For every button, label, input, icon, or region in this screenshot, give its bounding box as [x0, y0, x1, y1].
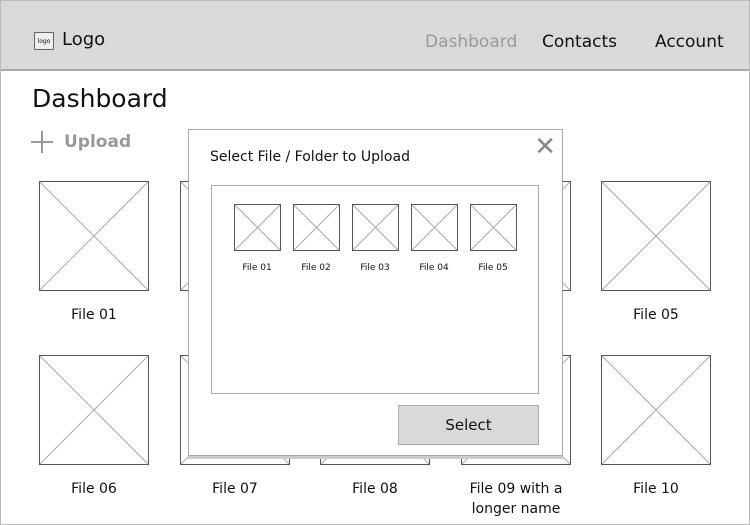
- image-placeholder-icon: [602, 356, 710, 464]
- select-button[interactable]: Select: [398, 405, 539, 445]
- file-label: File 09 with a longer name: [469, 481, 563, 517]
- nav-contacts[interactable]: Contacts: [542, 32, 617, 52]
- dialog-file-thumb[interactable]: [470, 204, 517, 251]
- plus-icon: [31, 131, 53, 153]
- file-tile[interactable]: [39, 181, 149, 291]
- file-tile[interactable]: [39, 355, 149, 465]
- nav-account[interactable]: Account: [655, 32, 724, 52]
- logo-icon: logo: [34, 32, 54, 50]
- image-placeholder-icon: [294, 205, 339, 250]
- file-tile[interactable]: [601, 181, 711, 291]
- upload-button[interactable]: Upload: [30, 130, 131, 154]
- file-label: File 07: [212, 481, 258, 497]
- image-placeholder-icon: [353, 205, 398, 250]
- dialog-file-label: File 03: [360, 263, 390, 273]
- dialog-file-thumb[interactable]: [234, 204, 281, 251]
- header: logo Logo Dashboard Contacts Account: [1, 1, 749, 71]
- file-tile[interactable]: [601, 355, 711, 465]
- image-placeholder-icon: [602, 182, 710, 290]
- file-label: File 01: [71, 307, 117, 323]
- dialog-file-thumb[interactable]: [352, 204, 399, 251]
- file-label: File 10: [633, 481, 679, 497]
- image-placeholder-icon: [40, 356, 148, 464]
- dialog-file-label: File 05: [478, 263, 508, 273]
- file-label: File 06: [71, 481, 117, 497]
- image-placeholder-icon: [471, 205, 516, 250]
- dialog-title: Select File / Folder to Upload: [210, 149, 410, 165]
- page-title: Dashboard: [32, 84, 168, 113]
- logo-text: Logo: [62, 29, 106, 50]
- nav-dashboard[interactable]: Dashboard: [425, 32, 517, 52]
- dialog-file-thumb[interactable]: [411, 204, 458, 251]
- dialog-file-thumb[interactable]: [293, 204, 340, 251]
- dialog-file-label: File 02: [301, 263, 331, 273]
- file-label: File 08: [352, 481, 398, 497]
- image-placeholder-icon: [412, 205, 457, 250]
- image-placeholder-icon: [235, 205, 280, 250]
- upload-dialog: Select File / Folder to Upload ✕ File 01…: [188, 129, 563, 456]
- image-placeholder-icon: [40, 182, 148, 290]
- dialog-file-label: File 04: [419, 263, 449, 273]
- file-label: File 05: [633, 307, 679, 323]
- upload-label: Upload: [64, 132, 132, 152]
- dialog-file-label: File 01: [242, 263, 272, 273]
- close-icon[interactable]: ✕: [534, 132, 556, 162]
- file-browser-panel: File 01 File 02 File 03 File 04 File 05: [211, 185, 539, 394]
